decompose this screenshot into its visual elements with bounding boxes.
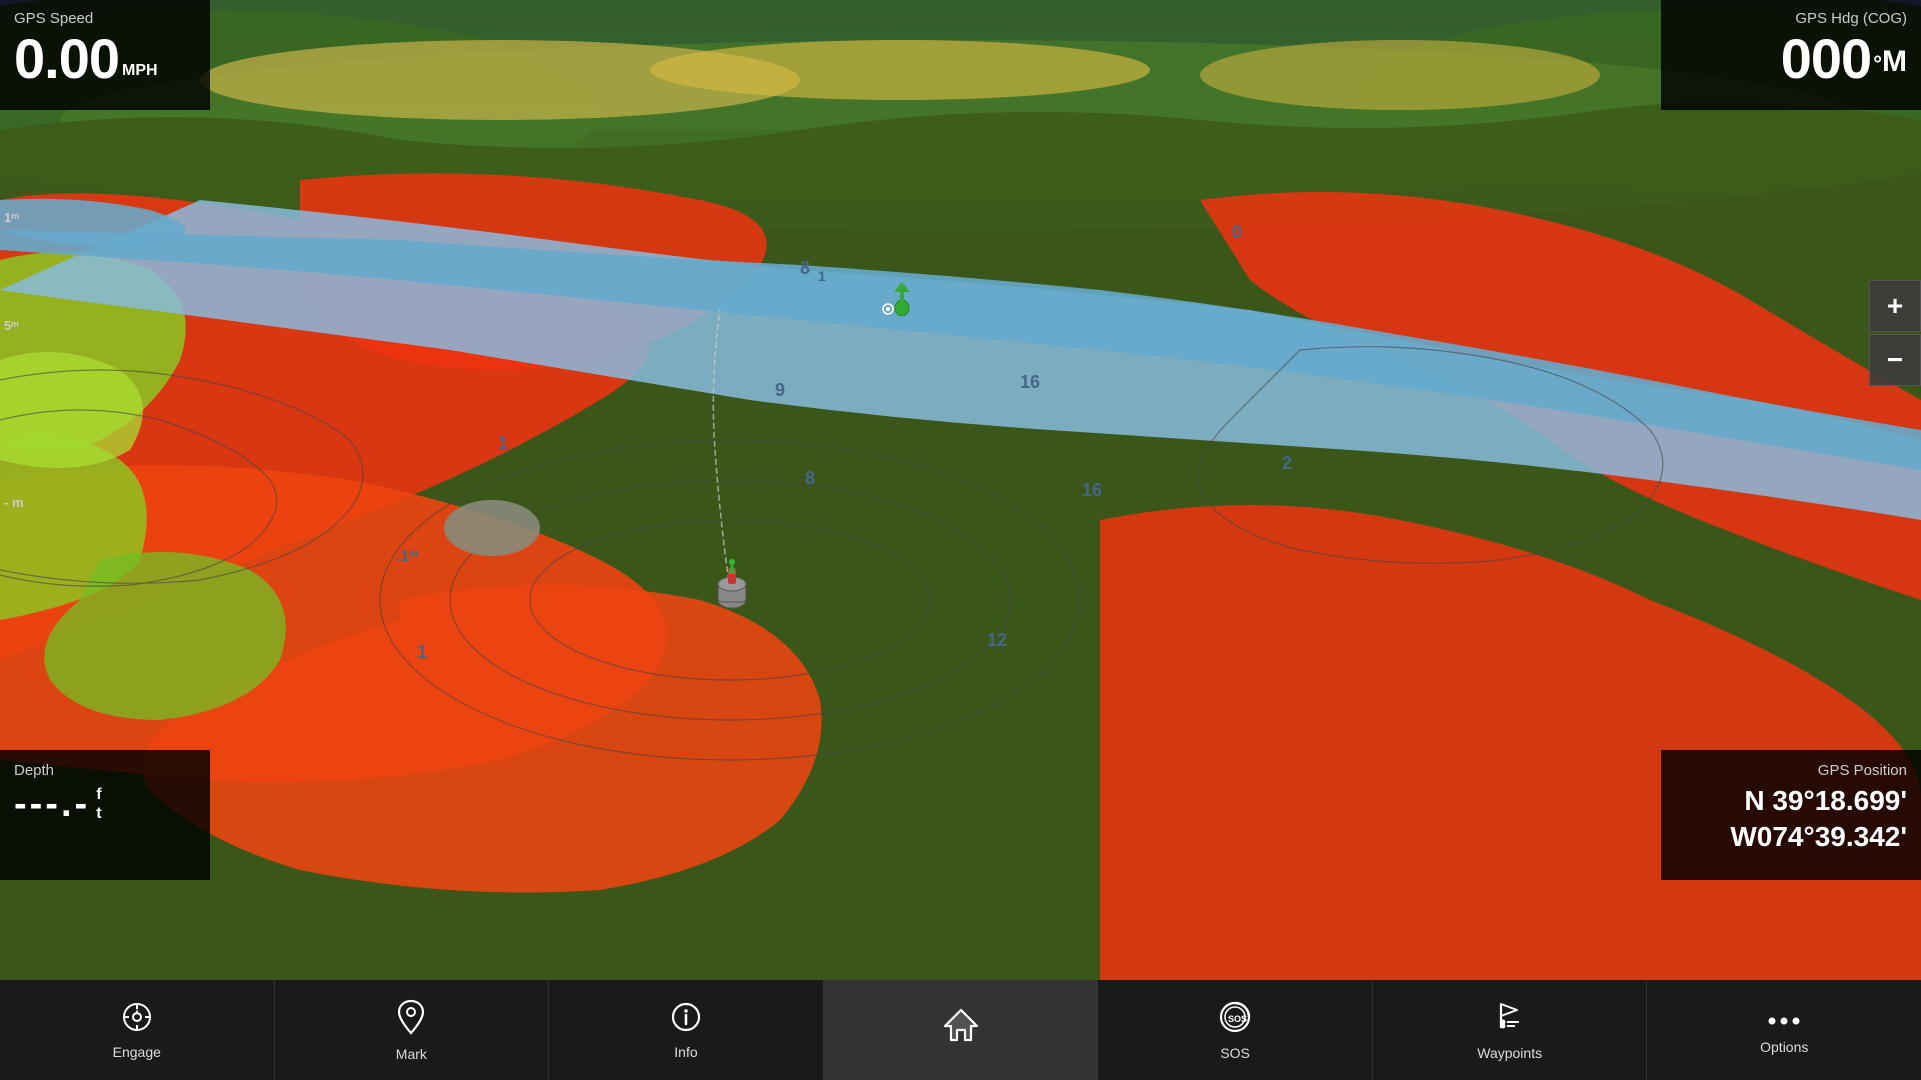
depth-label-16b: 16	[1082, 480, 1102, 501]
depth-label-9: 9	[775, 380, 785, 401]
depth-label-12: 12	[987, 630, 1007, 651]
gps-lon: W074°39.342'	[1675, 819, 1907, 855]
depth-unit-f: f	[96, 785, 101, 804]
depth-label-2: 2	[1282, 453, 1292, 474]
toolbar-item-sos[interactable]: SOS SOS	[1098, 980, 1373, 1080]
toolbar-item-info[interactable]: Info	[549, 980, 824, 1080]
toolbar-item-engage[interactable]: Engage	[0, 980, 275, 1080]
depth-label-8b: 8	[800, 258, 810, 279]
depth-label-1b: 1	[417, 642, 427, 663]
gps-speed-value: 0.00	[14, 31, 119, 87]
gps-position-label: GPS Position	[1675, 762, 1907, 779]
gps-lat: N 39°18.699'	[1675, 783, 1907, 819]
engage-icon	[121, 1001, 153, 1038]
gps-speed-unit-mph: MPH	[122, 62, 158, 79]
home-icon	[943, 1008, 979, 1047]
depth-label-16a: 16	[1020, 372, 1040, 393]
toolbar-label-mark: Mark	[396, 1046, 427, 1062]
sos-icon: SOS	[1218, 1000, 1252, 1039]
map-container[interactable]: 9 16 8 16 1 12 1 8 1 .1ᵐ 2 0 1ᵐ 5ᵐ - m	[0, 0, 1921, 980]
depth-label-title: Depth	[14, 762, 196, 779]
toolbar-item-waypoints[interactable]: Waypoints	[1373, 980, 1648, 1080]
zoom-controls: + −	[1869, 280, 1921, 386]
gps-heading-unit: °M	[1873, 45, 1907, 79]
depth-scale-dash-m: - m	[4, 495, 24, 510]
buoy-marker	[893, 282, 911, 321]
zoom-in-button[interactable]: +	[1869, 280, 1921, 332]
toolbar: Engage Mark Info	[0, 980, 1921, 1080]
depth-scale-1m: 1ᵐ	[4, 210, 19, 225]
toolbar-label-engage: Engage	[113, 1044, 161, 1060]
info-icon	[670, 1001, 702, 1038]
toolbar-item-options[interactable]: Options	[1647, 980, 1921, 1080]
toolbar-label-sos: SOS	[1220, 1045, 1250, 1061]
zoom-out-button[interactable]: −	[1869, 334, 1921, 386]
toolbar-item-home[interactable]	[824, 980, 1099, 1080]
gps-heading-label: GPS Hdg (COG)	[1675, 10, 1907, 27]
mark-icon	[395, 999, 427, 1040]
waypoint-marker	[882, 302, 894, 320]
depth-label-01m: .1ᵐ	[396, 548, 418, 566]
depth-label-8a: 8	[805, 468, 815, 489]
map-svg	[0, 0, 1921, 980]
toolbar-item-mark[interactable]: Mark	[275, 980, 550, 1080]
toolbar-label-options: Options	[1760, 1039, 1808, 1055]
gps-heading-value: 000	[1781, 31, 1871, 87]
toolbar-label-waypoints: Waypoints	[1477, 1045, 1542, 1061]
waypoints-icon	[1493, 1000, 1527, 1039]
depth-label-1a: 1	[498, 433, 508, 454]
depth-label-8b-sub: 1	[818, 268, 826, 284]
depth-value: ---.-	[14, 783, 90, 826]
gps-position-panel: GPS Position N 39°18.699' W074°39.342'	[1661, 750, 1921, 880]
depth-unit-t: t	[96, 804, 101, 823]
gps-speed-panel: GPS Speed 0.00 MPH	[0, 0, 210, 110]
boat-icon	[710, 558, 754, 617]
depth-panel: Depth ---.- f t	[0, 750, 210, 880]
gps-heading-panel: GPS Hdg (COG) 000 °M	[1661, 0, 1921, 110]
gps-speed-label: GPS Speed	[14, 10, 196, 27]
depth-label-0: 0	[1232, 222, 1242, 243]
options-icon	[1767, 1005, 1801, 1033]
svg-text:SOS: SOS	[1228, 1014, 1247, 1024]
depth-scale-5m: 5ᵐ	[4, 318, 19, 333]
toolbar-label-info: Info	[674, 1044, 697, 1060]
